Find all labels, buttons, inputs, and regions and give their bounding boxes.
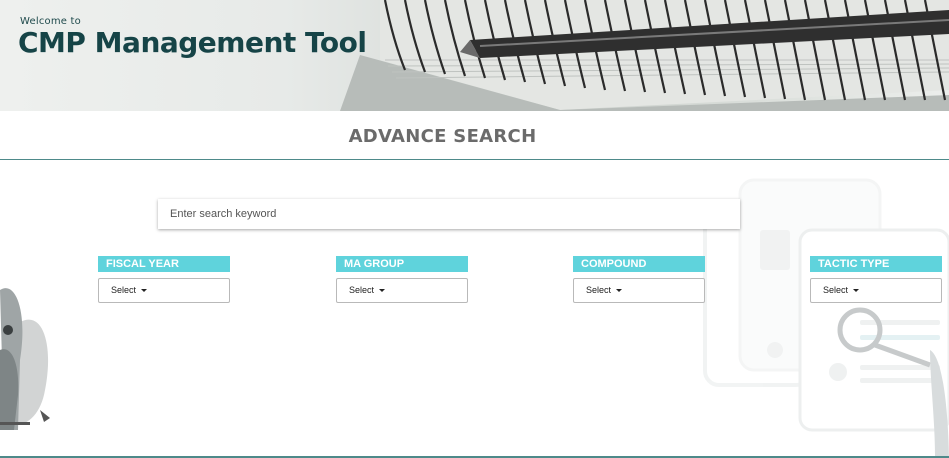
document-magnifier-illustration xyxy=(703,178,949,456)
caret-down-icon xyxy=(616,289,623,292)
fiscal-year-select[interactable]: Select xyxy=(98,278,230,303)
ma-group-select[interactable]: Select xyxy=(336,278,468,303)
tactic-type-select-value: Select xyxy=(823,285,849,295)
ma-group-select-value: Select xyxy=(349,285,375,295)
filter-label-fiscal-year: FISCAL YEAR xyxy=(98,256,230,272)
page: Welcome to CMP Management Tool ADVANCE S… xyxy=(0,0,949,458)
caret-down-icon xyxy=(853,289,860,292)
compound-select-value: Select xyxy=(586,285,612,295)
tactic-type-select[interactable]: Select xyxy=(810,278,942,303)
filter-compound: COMPOUND Select xyxy=(573,256,705,303)
filter-tactic-type: TACTIC TYPE Select xyxy=(810,256,942,303)
filter-fiscal-year: FISCAL YEAR Select xyxy=(98,256,230,303)
person-illustration xyxy=(0,288,50,430)
filter-ma-group: MA GROUP Select xyxy=(336,256,468,303)
fiscal-year-select-value: Select xyxy=(111,285,137,295)
search-input[interactable] xyxy=(158,199,740,229)
caret-down-icon xyxy=(141,289,148,292)
caret-down-icon xyxy=(379,289,386,292)
filter-label-compound: COMPOUND xyxy=(573,256,705,272)
header-banner: Welcome to CMP Management Tool xyxy=(0,0,949,111)
compound-select[interactable]: Select xyxy=(573,278,705,303)
filter-label-ma-group: MA GROUP xyxy=(336,256,468,272)
app-title: CMP Management Tool xyxy=(18,26,367,59)
filter-label-tactic-type: TACTIC TYPE xyxy=(810,256,942,272)
page-title: ADVANCE SEARCH xyxy=(348,126,537,147)
